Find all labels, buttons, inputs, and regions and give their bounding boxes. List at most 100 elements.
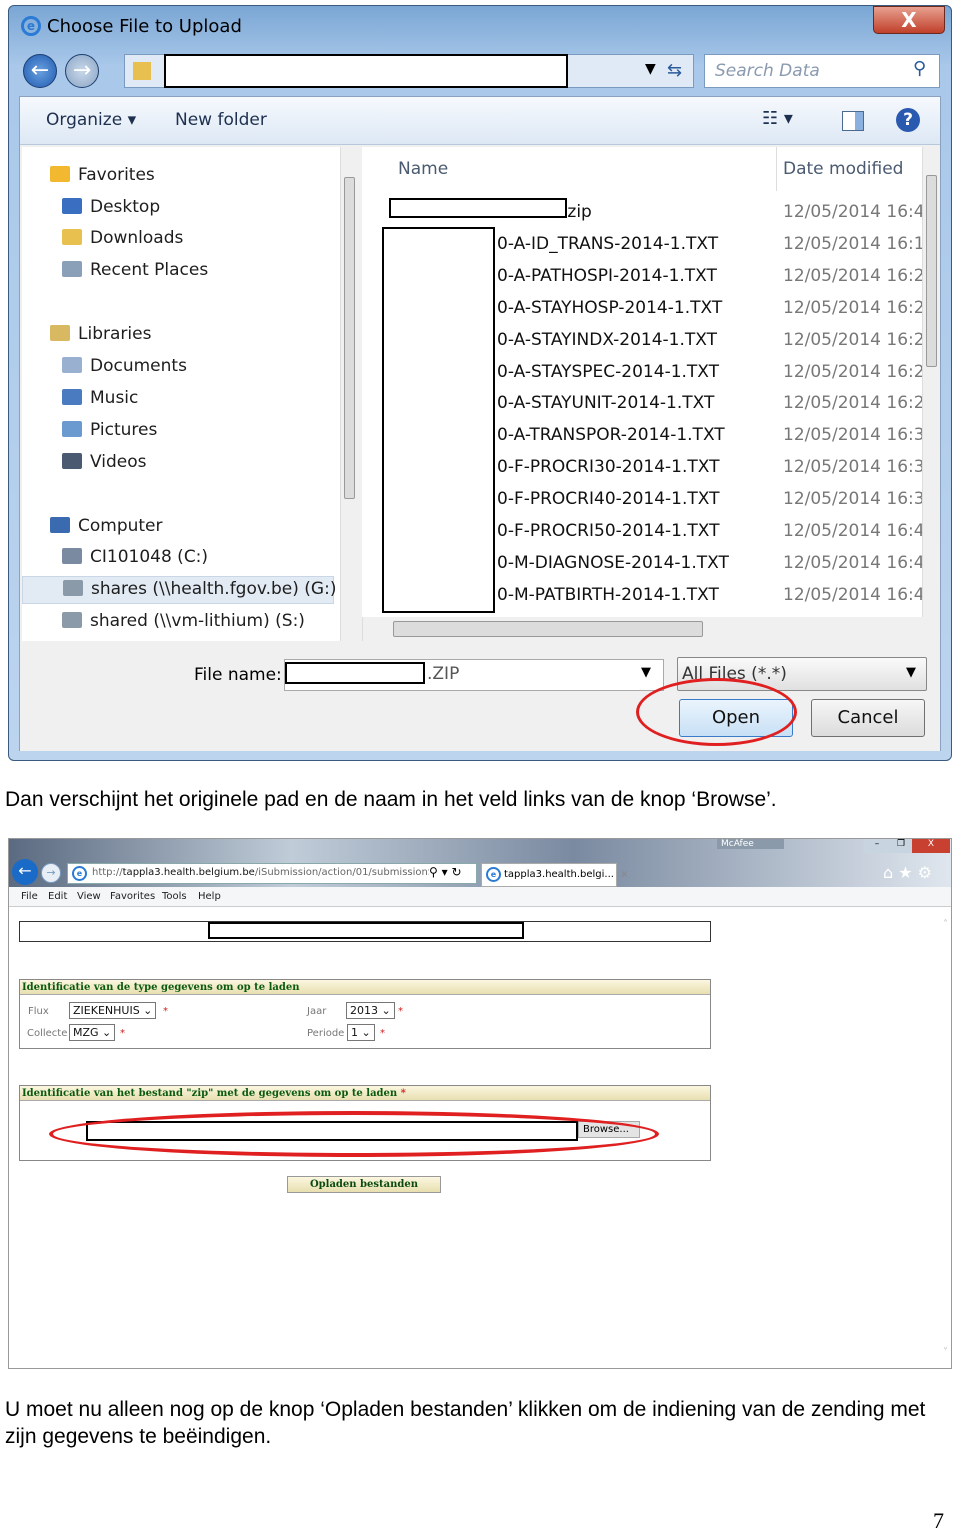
organize-menu[interactable]: Organize ▾ [46, 110, 136, 130]
column-header-date[interactable]: Date modified [783, 159, 903, 179]
tab-close-button[interactable]: × [620, 869, 628, 880]
nav-item[interactable]: Downloads [62, 228, 183, 248]
music-icon [62, 389, 82, 405]
url-bar[interactable]: e http://tappla3.health.belgium.be/iSubm… [67, 863, 477, 884]
menu-item[interactable]: Edit [48, 891, 67, 902]
file-name: 0-A-ID_TRANS-2014-1.TXT [497, 233, 719, 254]
nav-item-label: Desktop [90, 197, 161, 217]
mcafee-badge: McAfee [717, 839, 784, 849]
nav-item[interactable]: shared (\\vm-lithium) (S:) [62, 611, 305, 631]
file-list: Name Date modified .zip 12/05/2014 16:45 0… [362, 147, 940, 641]
window-close-button[interactable]: X [912, 839, 950, 853]
nav-scrollbar[interactable] [340, 147, 358, 641]
documents-icon [62, 357, 82, 373]
chevron-down-icon[interactable]: ▼ [645, 61, 656, 77]
navigation-pane: Favorites Desktop Downloads Recent Places Li… [22, 147, 357, 641]
nav-item[interactable]: Libraries [50, 324, 151, 344]
periode-select[interactable]: 1 ⌄ [347, 1024, 375, 1041]
file-upload-dialog: e Choose File to Upload X ← → ▼ ⇆ Search… [8, 5, 952, 761]
file-date: 12/05/2014 16:45 [783, 202, 936, 222]
file-date: 12/05/2014 16:39 [783, 489, 936, 510]
upload-button[interactable]: Opladen bestanden [287, 1176, 441, 1193]
nav-item[interactable]: Favorites [50, 165, 155, 185]
file-name-label: File name: [194, 665, 282, 685]
flux-select[interactable]: ZIEKENHUIS ⌄ [69, 1002, 157, 1019]
file-name: 0-A-STAYINDX-2014-1.TXT [497, 329, 718, 350]
browser-tab[interactable]: e tappla3.health.belgi... × [481, 863, 629, 887]
search-icon[interactable]: ⚲ ▾ ↻ [429, 865, 462, 879]
home-star-gear-icons[interactable]: ⌂ ★ ⚙ [883, 863, 932, 882]
nav-item[interactable]: CI101048 (C:) [62, 547, 208, 567]
chevron-down-icon: ▼ [906, 665, 916, 680]
browser-window: McAfee – ❐ X ← → e http://tappla3.health… [8, 838, 952, 1369]
network-drive-icon [62, 612, 82, 628]
nav-item[interactable]: Computer [50, 516, 163, 536]
menu-item[interactable]: File [21, 891, 38, 902]
back-button[interactable]: ← [12, 859, 38, 885]
ie-logo-icon: e [486, 867, 501, 882]
file-name: 0-M-DIAGNOSE-2014-1.TXT [497, 552, 729, 573]
nav-item-label: Computer [78, 516, 163, 536]
file-date: 12/05/2014 16:42 [783, 552, 936, 573]
dialog-title: Choose File to Upload [47, 16, 242, 37]
nav-item-label: Videos [90, 452, 147, 472]
toolbar: Organize ▾ New folder ☷ ▾ ? [20, 97, 940, 145]
menu-item[interactable]: Help [198, 891, 221, 902]
back-button[interactable]: ← [23, 54, 57, 88]
file-name: 0-M-PATBIRTH-2014-1.TXT [497, 584, 719, 605]
highlight-ellipse [636, 678, 797, 746]
forward-button[interactable]: → [41, 863, 61, 883]
nav-item-label: CI101048 (C:) [90, 547, 209, 567]
list-horizontal-scrollbar[interactable] [362, 617, 940, 641]
address-redacted [164, 54, 568, 88]
forward-button[interactable]: → [65, 54, 99, 88]
refresh-icon[interactable]: ⇆ [667, 60, 682, 81]
close-button[interactable]: X [873, 6, 945, 34]
periode-label: Periode [307, 1028, 345, 1039]
network-drive-icon [63, 580, 83, 596]
instruction-text-1: Dan verschijnt het originele pad en de n… [5, 788, 777, 811]
nav-item[interactable]: Videos [62, 452, 147, 472]
file-date: 12/05/2014 16:41 [783, 521, 936, 541]
column-header-name[interactable]: Name [398, 159, 448, 179]
nav-item-label: shared (\\vm-lithium) (S:) [90, 611, 305, 631]
page-scrollbar[interactable]: ˄ ˅ [943, 909, 951, 1369]
menu-item[interactable]: View [77, 891, 101, 902]
file-date: 12/05/2014 16:32 [783, 425, 936, 446]
libraries-icon [50, 325, 70, 341]
nav-item-label: Downloads [90, 228, 184, 248]
new-folder-button[interactable]: New folder [175, 110, 267, 130]
nav-item[interactable]: Recent Places [62, 260, 208, 280]
cancel-button[interactable]: Cancel [811, 699, 925, 737]
restore-button[interactable]: ❐ [890, 839, 912, 853]
help-icon[interactable]: ? [896, 108, 920, 132]
list-vertical-scrollbar[interactable] [922, 147, 940, 617]
file-name: 0-F-PROCRI40-2014-1.TXT [497, 489, 720, 510]
nav-item[interactable]: Desktop [62, 197, 160, 217]
preview-pane-icon[interactable] [842, 111, 864, 131]
nav-item[interactable]: Pictures [62, 420, 157, 440]
highlight-ellipse [49, 1111, 659, 1157]
nav-item[interactable]: shares (\\health.fgov.be) (G:) [22, 576, 336, 604]
menu-item[interactable]: Tools [162, 891, 187, 902]
file-date: 12/05/2014 16:22 [783, 265, 936, 286]
jaar-label: Jaar [307, 1006, 327, 1017]
search-input[interactable]: Search Data [704, 54, 940, 88]
type-fieldset: Identificatie van de type gegevens om op… [19, 979, 711, 1049]
flux-label: Flux [28, 1006, 49, 1017]
search-icon[interactable]: ⚲ [913, 58, 926, 79]
file-date: 12/05/2014 16:42 [783, 584, 936, 605]
view-options-icon[interactable]: ☷ ▾ [762, 108, 793, 129]
file-name-input[interactable]: .ZIP ▼ [284, 659, 664, 691]
menu-item[interactable]: Favorites [110, 891, 155, 902]
nav-item[interactable]: Documents [62, 356, 187, 376]
nav-item[interactable]: Music [62, 388, 138, 408]
organize-label: Organize [46, 110, 123, 130]
nav-item-label: Recent Places [90, 260, 209, 280]
jaar-select[interactable]: 2013 ⌄ [346, 1002, 395, 1019]
minimize-button[interactable]: – [864, 839, 890, 853]
collecte-select[interactable]: MZG ⌄ [69, 1024, 116, 1041]
nav-item-label: Pictures [90, 420, 158, 440]
file-name: 0-F-PROCRI50-2014-1.TXT [497, 521, 720, 541]
chevron-down-icon[interactable]: ▼ [641, 665, 651, 680]
